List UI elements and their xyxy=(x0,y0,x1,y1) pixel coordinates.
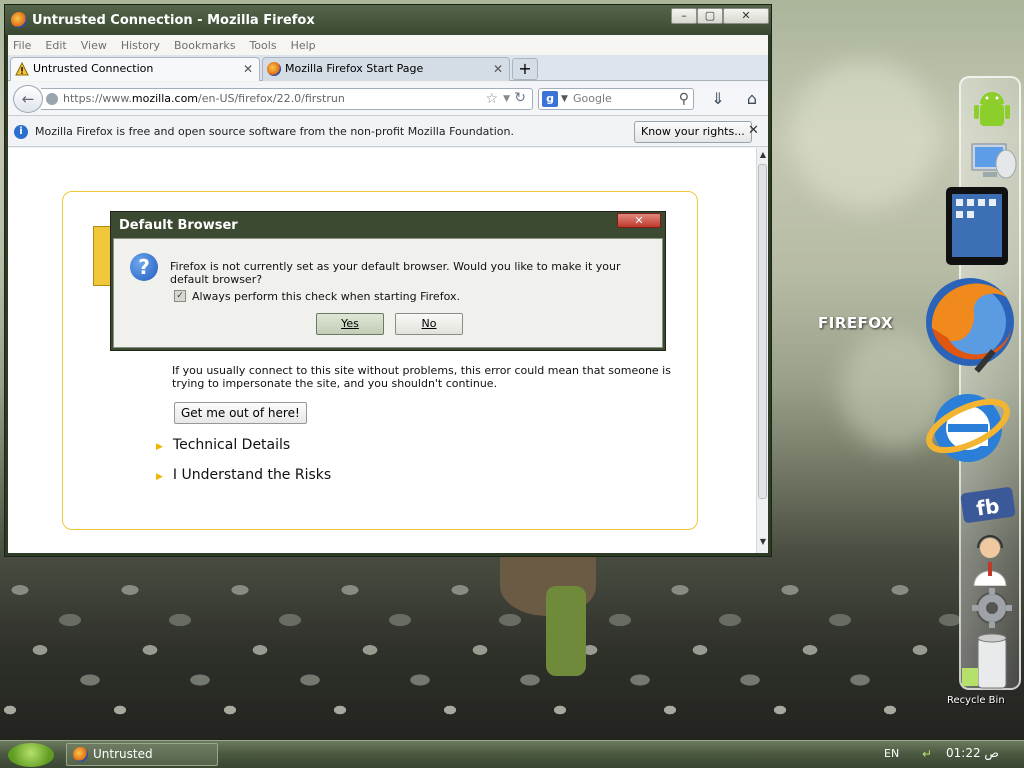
bookmark-star-icon[interactable]: ☆ xyxy=(485,89,498,109)
technical-details-expander[interactable]: ▶ Technical Details xyxy=(156,437,290,453)
triangle-right-icon: ▶ xyxy=(156,472,163,482)
url-scheme: https://www. xyxy=(63,92,132,105)
taskbar-item-firefox[interactable]: Untrusted Connecti... xyxy=(66,743,218,766)
dialog-title: Default Browser xyxy=(119,218,238,233)
question-icon: ? xyxy=(130,253,158,281)
tablet-icon[interactable] xyxy=(944,185,1010,267)
search-placeholder: Google xyxy=(573,92,612,105)
settings-icon[interactable] xyxy=(970,586,1014,630)
dialog-body: ? Firefox is not currently set as your d… xyxy=(113,238,663,348)
menu-view[interactable]: View xyxy=(81,39,107,52)
menu-file[interactable]: File xyxy=(13,39,31,52)
recycle-bin-label: Recycle Bin xyxy=(947,695,1005,706)
warning-icon xyxy=(15,62,29,76)
url-host: mozilla.com xyxy=(131,92,199,105)
close-notification-icon[interactable]: ✕ xyxy=(748,123,759,138)
globe-icon xyxy=(46,93,58,105)
gravel-background xyxy=(0,560,960,740)
menu-history[interactable]: History xyxy=(121,39,160,52)
default-browser-dialog: Default Browser ✕ ? Firefox is not curre… xyxy=(110,211,666,351)
technical-details-label: Technical Details xyxy=(172,437,291,453)
info-icon: i xyxy=(14,125,28,139)
close-tab-icon[interactable]: ✕ xyxy=(243,58,253,80)
notification-message: Mozilla Firefox is free and open source … xyxy=(35,125,514,138)
get-me-out-button[interactable]: Get me out of here! xyxy=(174,402,307,424)
tab-label: Untrusted Connection xyxy=(33,62,154,75)
window-title: Untrusted Connection - Mozilla Firefox xyxy=(32,13,315,28)
dialog-close-button[interactable]: ✕ xyxy=(617,213,661,228)
desktop-firefox-label: FIREFOX xyxy=(818,314,894,332)
window-titlebar[interactable]: Untrusted Connection - Mozilla Firefox –… xyxy=(5,5,771,35)
dialog-message: Firefox is not currently set as your def… xyxy=(170,260,621,286)
url-dropdown-icon[interactable]: ▼ xyxy=(503,89,510,109)
tab-firefox-start-page[interactable]: Mozilla Firefox Start Page ✕ xyxy=(262,57,510,81)
google-icon[interactable]: g xyxy=(542,91,558,107)
menu-help[interactable]: Help xyxy=(291,39,316,52)
close-button[interactable]: ✕ xyxy=(723,8,769,24)
close-tab-icon[interactable]: ✕ xyxy=(493,58,503,80)
recycle-bin-icon[interactable] xyxy=(960,632,1010,692)
always-check-checkbox[interactable]: ✓ xyxy=(174,290,186,302)
search-icon[interactable]: ⚲ xyxy=(679,89,689,109)
know-your-rights-button[interactable]: Know your rights... xyxy=(634,121,752,143)
home-icon[interactable]: ⌂ xyxy=(742,89,762,109)
firefox-icon xyxy=(11,12,27,28)
yes-button[interactable]: Yes xyxy=(316,313,384,335)
minimize-button[interactable]: – xyxy=(671,8,697,24)
reload-icon[interactable]: ↻ xyxy=(514,88,526,108)
scroll-up-icon[interactable]: ▲ xyxy=(757,150,769,164)
maximize-button[interactable]: ▢ xyxy=(697,8,723,24)
firefox-icon[interactable] xyxy=(912,268,1016,378)
url-bar[interactable]: https://www.mozilla.com/en-US/firefox/22… xyxy=(41,88,533,110)
internet-explorer-icon[interactable] xyxy=(924,382,1012,470)
clock[interactable]: 01:22 ص xyxy=(946,746,999,760)
navigation-toolbar: https://www.mozilla.com/en-US/firefox/22… xyxy=(8,82,768,116)
menu-edit[interactable]: Edit xyxy=(45,39,66,52)
tab-label: Mozilla Firefox Start Page xyxy=(285,62,424,75)
firefox-icon xyxy=(73,747,88,762)
download-icon[interactable]: ⇓ xyxy=(708,89,728,109)
triangle-right-icon: ▶ xyxy=(156,442,163,452)
menu-tools[interactable]: Tools xyxy=(249,39,276,52)
tab-untrusted-connection[interactable]: Untrusted Connection ✕ xyxy=(10,57,260,81)
always-check-label[interactable]: Always perform this check when starting … xyxy=(192,290,460,303)
facebook-icon[interactable]: fb xyxy=(960,486,1016,526)
yes-label: Yes xyxy=(341,317,359,330)
language-indicator[interactable]: EN xyxy=(884,747,899,760)
url-path: /en-US/firefox/22.0/firstrun xyxy=(198,92,345,105)
no-button[interactable]: No xyxy=(395,313,463,335)
new-tab-button[interactable]: + xyxy=(512,58,538,80)
network-tray-icon[interactable]: ↵ xyxy=(922,747,936,761)
support-agent-icon[interactable] xyxy=(968,532,1012,586)
firefox-icon xyxy=(267,62,281,76)
toy-figure xyxy=(496,556,606,676)
no-label: No xyxy=(421,317,437,330)
tab-bar: Untrusted Connection ✕ Mozilla Firefox S… xyxy=(8,55,768,81)
error-description: If you usually connect to this site with… xyxy=(172,364,671,390)
vertical-scrollbar[interactable]: ▲ ▼ xyxy=(756,148,768,553)
start-button[interactable] xyxy=(8,743,54,767)
understand-risks-label: I Understand the Risks xyxy=(172,467,332,483)
notification-bar: i Mozilla Firefox is free and open sourc… xyxy=(8,117,768,147)
svg-text:fb: fb xyxy=(975,494,1001,521)
understand-risks-expander[interactable]: ▶ I Understand the Risks xyxy=(156,467,331,483)
scroll-down-icon[interactable]: ▼ xyxy=(757,537,769,551)
taskbar-item-label: Untrusted Connecti... xyxy=(93,747,153,761)
menu-bookmarks[interactable]: Bookmarks xyxy=(174,39,235,52)
computer-icon[interactable] xyxy=(968,140,1018,182)
menu-bar: File Edit View History Bookmarks Tools H… xyxy=(8,35,768,55)
search-bar[interactable]: g ▼ Google ⚲ xyxy=(538,88,694,110)
taskbar: Untrusted Connecti... EN ↵ 01:22 ص xyxy=(0,740,1024,768)
background-bokeh xyxy=(790,60,940,210)
scroll-thumb[interactable] xyxy=(758,164,767,499)
android-icon[interactable] xyxy=(972,88,1012,134)
search-engine-dropdown-icon[interactable]: ▼ xyxy=(561,89,568,109)
back-button[interactable]: ← xyxy=(13,85,43,113)
